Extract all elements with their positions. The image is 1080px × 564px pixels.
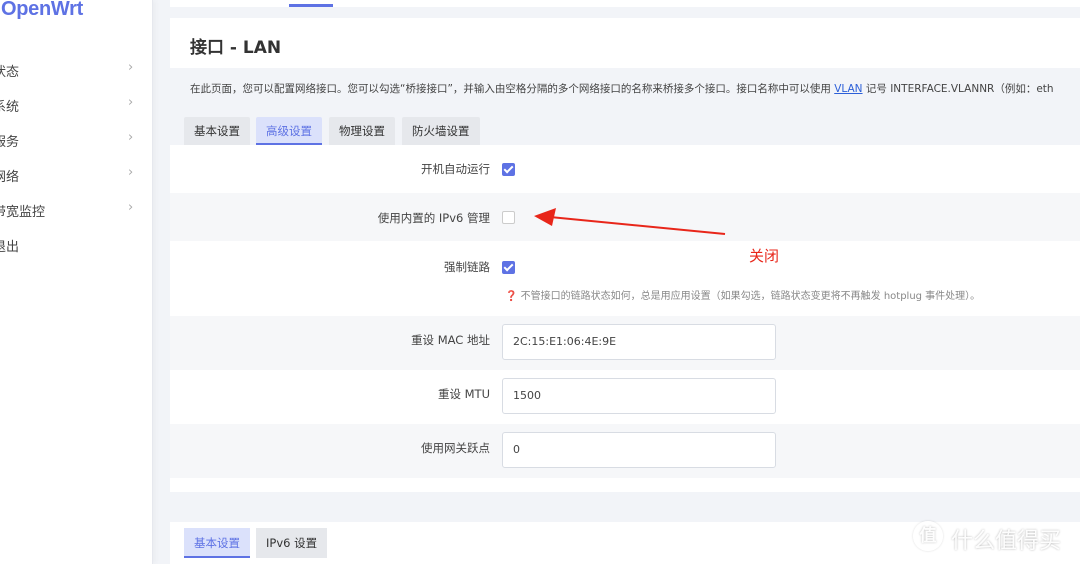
sidebar-item-label: 带宽监控 (0, 205, 46, 220)
gateway-metric-input[interactable]: 0 (502, 432, 776, 468)
page-header: 接口 - LAN (170, 18, 1080, 68)
setting-row-auto-start: 开机自动运行 (170, 145, 1080, 193)
setting-row-force-link: 强制链路 ❓ 不管接口的链路状态如何，总是用应用设置（如果勾选，链路状态变更将不… (170, 241, 1080, 316)
chevron-right-icon: › (128, 60, 134, 75)
annotation-close-label: 关闭 (749, 247, 780, 265)
sidebar-item-system[interactable]: 系统 › (0, 91, 153, 117)
auto-start-checkbox[interactable] (502, 163, 515, 176)
builtin-ipv6-checkbox[interactable] (502, 211, 515, 224)
override-mtu-input[interactable]: 1500 (502, 378, 776, 414)
setting-row-gateway-metric: 使用网关跃点 0 (170, 424, 1080, 478)
setting-row-override-mac: 重设 MAC 地址 2C:15:E1:06:4E:9E (170, 316, 1080, 370)
force-link-hint: ❓ 不管接口的链路状态如何，总是用应用设置（如果勾选，链路状态变更将不再触发 h… (505, 291, 981, 302)
sidebar-item-label: 服务 (0, 135, 20, 150)
sidebar: OpenWrt 状态 › 系统 › 服务 › 网络 › 带宽监控 › 退出 (0, 0, 153, 564)
tab-basic-settings[interactable]: 基本设置 (184, 117, 250, 145)
bottom-tab-ipv6-settings[interactable]: IPv6 设置 (256, 528, 328, 558)
sidebar-item-bandwidth[interactable]: 带宽监控 › (0, 196, 153, 222)
top-active-tab-indicator (289, 4, 333, 7)
override-mac-label: 重设 MAC 地址 (411, 333, 490, 347)
auto-start-label: 开机自动运行 (421, 162, 490, 176)
chevron-right-icon: › (128, 130, 134, 145)
chevron-right-icon: › (128, 200, 134, 215)
watermark-text: 什么值得买 (951, 529, 1062, 554)
page-title: 接口 - LAN (190, 38, 282, 58)
sidebar-item-label: 网络 (0, 170, 20, 185)
gateway-metric-label: 使用网关跃点 (421, 441, 490, 455)
vlan-link[interactable]: VLAN (834, 83, 862, 95)
tab-advanced-settings[interactable]: 高级设置 (256, 117, 322, 145)
override-mac-input[interactable]: 2C:15:E1:06:4E:9E (502, 324, 776, 360)
sidebar-item-label: 退出 (0, 240, 20, 255)
setting-row-override-mtu: 重设 MTU 1500 (170, 370, 1080, 424)
watermark-logo-icon: 值 (913, 521, 943, 551)
question-circle-icon: ❓ (505, 291, 518, 302)
sidebar-item-services[interactable]: 服务 › (0, 126, 153, 152)
sidebar-item-logout[interactable]: 退出 (0, 231, 153, 257)
page-description: 在此页面，您可以配置网络接口。您可以勾选“桥接接口”，并输入由空格分隔的多个网络… (190, 83, 1054, 95)
tab-physical-settings[interactable]: 物理设置 (329, 117, 395, 145)
red-arrow-annotation (534, 208, 726, 235)
builtin-ipv6-label: 使用内置的 IPv6 管理 (377, 211, 490, 225)
sidebar-item-label: 系统 (0, 100, 20, 115)
bottom-tab-basic-settings[interactable]: 基本设置 (184, 528, 250, 558)
openwrt-logo[interactable]: OpenWrt (1, 0, 83, 21)
override-mtu-label: 重设 MTU (437, 387, 490, 401)
chevron-right-icon: › (128, 165, 134, 180)
tab-firewall-settings[interactable]: 防火墙设置 (402, 117, 480, 145)
sidebar-item-label: 状态 (0, 65, 20, 80)
sidebar-item-network[interactable]: 网络 › (0, 161, 153, 187)
sidebar-item-status[interactable]: 状态 › (0, 56, 153, 82)
force-link-label: 强制链路 (444, 260, 490, 274)
chevron-right-icon: › (128, 95, 134, 110)
force-link-checkbox[interactable] (502, 261, 515, 274)
